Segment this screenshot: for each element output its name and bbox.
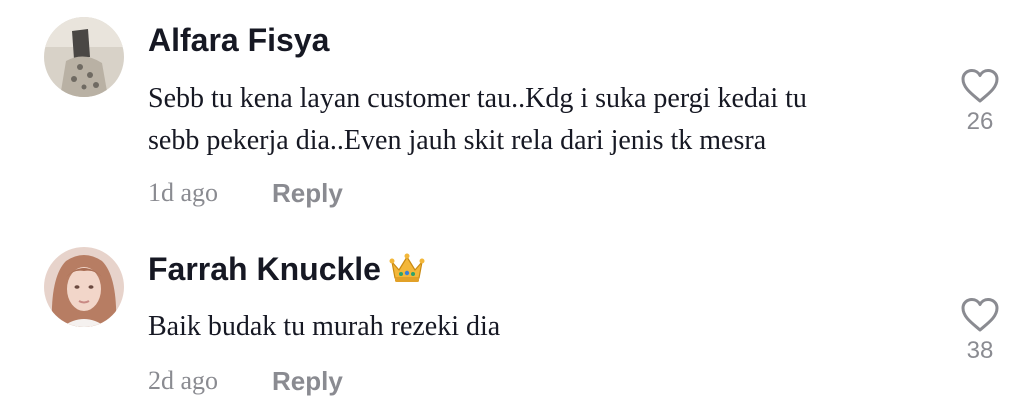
username[interactable]: Farrah Knuckle	[148, 251, 425, 292]
comment-text-line: sebb pekerja dia..Even jauh skit rela da…	[148, 125, 767, 156]
like-button[interactable]: 26	[956, 68, 1004, 136]
avatar[interactable]	[44, 247, 124, 327]
avatar-photo-icon	[44, 17, 124, 97]
comment-text: Baik budak tu murah rezeki dia	[148, 306, 500, 348]
like-count: 26	[966, 108, 994, 135]
timestamp: 1d ago	[148, 178, 219, 207]
like-button[interactable]: 38	[956, 297, 1004, 365]
timestamp: 2d ago	[148, 366, 219, 395]
username-text: Farrah Knuckle	[148, 251, 381, 287]
comment-text-line: Sebb tu kena layan customer tau..Kdg i s…	[148, 83, 807, 114]
like-count: 38	[966, 337, 994, 364]
reply-button[interactable]: Reply	[272, 366, 343, 397]
username[interactable]: Alfara Fisya	[148, 22, 329, 59]
crown-icon	[389, 252, 425, 292]
reply-button[interactable]: Reply	[272, 178, 343, 209]
comment-item: Farrah Knuckle Baik budak tu murah rezek…	[0, 225, 1028, 408]
comment-text-line: Baik budak tu murah rezeki dia	[148, 311, 501, 342]
heart-icon[interactable]	[960, 297, 1000, 333]
comment-text: Sebb tu kena layan customer tau..Kdg i s…	[148, 78, 807, 162]
avatar-photo-icon	[44, 247, 124, 327]
avatar[interactable]	[44, 17, 124, 97]
comment-item: Alfara Fisya Sebb tu kena layan customer…	[0, 0, 1028, 225]
heart-icon[interactable]	[960, 68, 1000, 104]
